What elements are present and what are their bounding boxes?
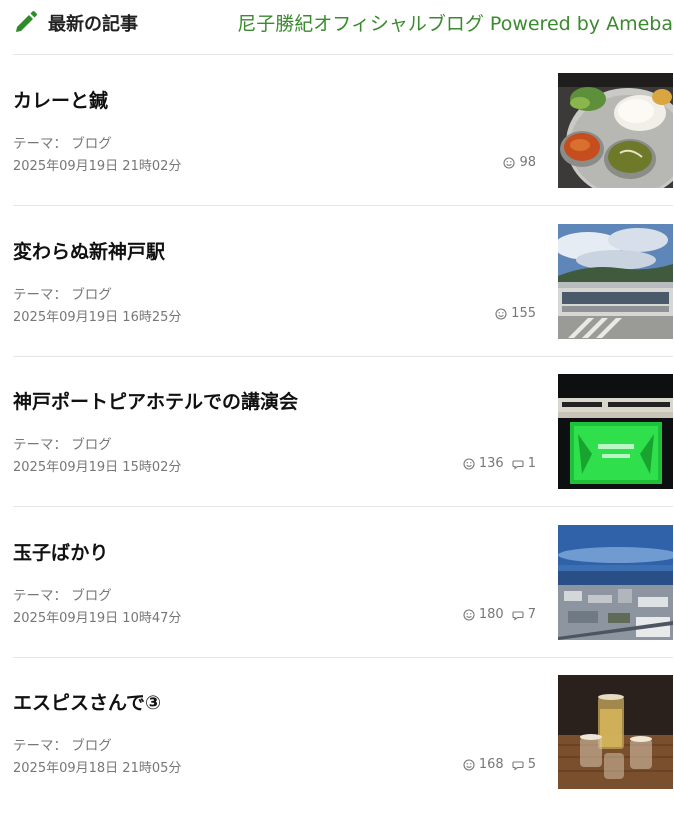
smiley-icon [503,156,516,169]
smiley-icon [495,307,507,320]
entry-thumbnail[interactable] [558,374,673,489]
divider [13,657,673,658]
like-stat[interactable]: 180 [463,607,504,622]
entry-title-link[interactable]: 神戸ポートピアホテルでの講演会 [13,387,298,414]
module-header: 最新の記事 尼子勝紀オフィシャルブログ Powered by Ameba [13,6,673,38]
like-count: 155 [511,306,536,321]
theme-link[interactable]: ブログ [71,738,112,754]
theme-label: テーマ： [13,437,67,453]
entry-theme: テーマ： ブログ [13,433,112,453]
entry-theme: テーマ： ブログ [13,584,112,604]
section-title: 最新の記事 [48,14,138,35]
comment-count: 1 [527,456,536,471]
entry-title-link[interactable]: 変わらぬ新神戸駅 [13,237,165,264]
entry-stats: 155 [495,306,536,321]
entry-title-link[interactable]: エスピスさんで③ [13,688,161,715]
entry-item[interactable]: 変わらぬ新神戸駅 テーマ： ブログ 2025年09月19日 16時25分 155 [13,224,673,375]
entry-stats: 168 5 [463,757,536,772]
like-stat[interactable]: 136 [463,456,504,471]
entry-title-link[interactable]: 玉子ばかり [13,538,108,565]
like-count: 136 [478,456,504,471]
entry-item[interactable]: カレーと鍼 テーマ： ブログ 2025年09月19日 21時02分 98 [13,73,673,224]
entry-theme: テーマ： ブログ [13,132,112,152]
entry-item[interactable]: 神戸ポートピアホテルでの講演会 テーマ： ブログ 2025年09月19日 15時… [13,374,673,525]
comment-icon [512,760,524,771]
pencil-icon [16,11,37,32]
lecture-screen-photo-icon [558,374,673,489]
theme-label: テーマ： [13,738,67,754]
entry-item[interactable]: 玉子ばかり テーマ： ブログ 2025年09月19日 10時47分 180 7 [13,525,673,676]
divider [13,356,673,357]
entry-date: 2025年09月19日 16時25分 [13,310,182,325]
like-count: 180 [478,607,504,622]
comment-stat[interactable]: 1 [512,456,536,471]
like-count: 168 [478,757,504,772]
glasses-on-table-photo-icon [558,675,673,789]
entry-stats: 98 [503,155,536,170]
divider [13,506,673,507]
entry-date: 2025年09月19日 21時02分 [13,159,182,174]
blog-name-link[interactable]: 尼子勝紀オフィシャルブログ Powered by Ameba [237,9,673,36]
entry-thumbnail[interactable] [558,675,673,789]
theme-label: テーマ： [13,588,67,604]
theme-link[interactable]: ブログ [71,136,112,152]
like-stat[interactable]: 98 [503,155,536,170]
like-count: 98 [519,155,536,170]
entry-stats: 136 1 [463,456,536,471]
entry-thumbnail[interactable] [558,525,673,640]
smiley-icon [463,457,475,470]
divider [13,205,673,206]
theme-label: テーマ： [13,287,67,303]
comment-stat[interactable]: 7 [512,607,536,622]
divider [13,54,673,55]
entry-date: 2025年09月19日 15時02分 [13,460,182,475]
entry-theme: テーマ： ブログ [13,283,112,303]
entry-theme: テーマ： ブログ [13,734,112,754]
theme-link[interactable]: ブログ [71,437,112,453]
entry-title-link[interactable]: カレーと鍼 [13,86,108,113]
station-building-photo-icon [558,224,673,339]
comment-stat[interactable]: 5 [512,757,536,772]
like-stat[interactable]: 168 [463,757,504,772]
entry-thumbnail[interactable] [558,73,673,188]
curry-plate-photo-icon [558,73,673,188]
smiley-icon [463,758,475,771]
entry-date: 2025年09月19日 10時47分 [13,611,182,626]
comment-icon [512,610,524,621]
theme-link[interactable]: ブログ [71,287,112,303]
theme-label: テーマ： [13,136,67,152]
entry-thumbnail[interactable] [558,224,673,339]
smiley-icon [463,608,475,621]
theme-link[interactable]: ブログ [71,588,112,604]
like-stat[interactable]: 155 [495,306,536,321]
entry-stats: 180 7 [463,607,536,622]
city-ocean-view-photo-icon [558,525,673,640]
entry-date: 2025年09月18日 21時05分 [13,761,182,776]
latest-entries-module: 最新の記事 尼子勝紀オフィシャルブログ Powered by Ameba カレー… [0,0,674,790]
comment-icon [512,459,524,470]
comment-count: 7 [527,607,536,622]
comment-count: 5 [527,757,536,772]
entry-item[interactable]: エスピスさんで③ テーマ： ブログ 2025年09月18日 21時05分 168… [13,675,673,826]
